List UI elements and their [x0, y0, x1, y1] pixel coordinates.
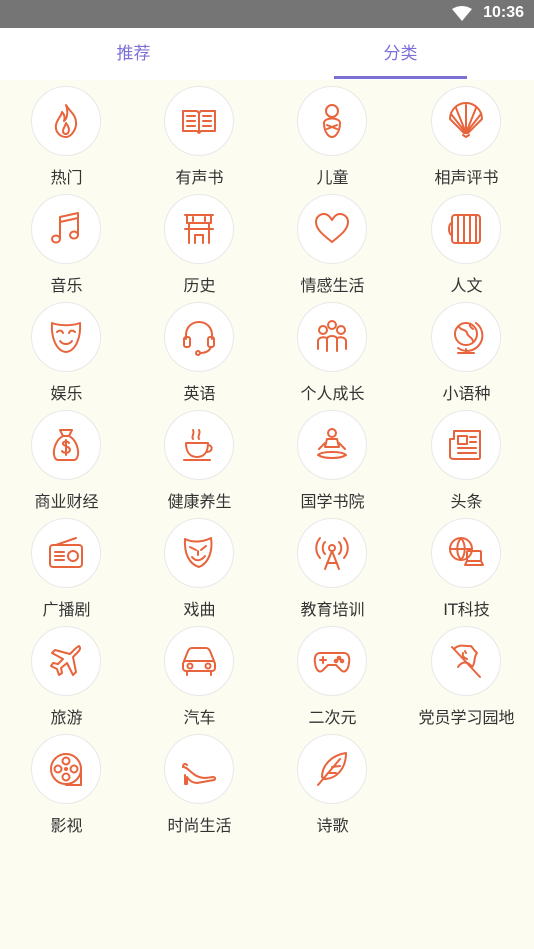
category-item[interactable]: 有声书 — [133, 80, 266, 188]
open-book-icon — [164, 86, 234, 156]
headset-icon — [164, 302, 234, 372]
category-label: 相声评书 — [434, 168, 499, 187]
category-item[interactable]: 英语 — [133, 296, 266, 404]
ancient-gate-icon — [164, 194, 234, 264]
category-item[interactable]: 个人成长 — [266, 296, 399, 404]
category-label: 人文 — [450, 276, 483, 295]
category-label: 影视 — [50, 816, 83, 835]
category-item[interactable]: 时尚生活 — [133, 728, 266, 836]
wifi-icon — [452, 6, 472, 21]
tab-category[interactable]: 分类 — [267, 28, 534, 80]
category-item[interactable]: 音乐 — [0, 188, 133, 296]
category-item[interactable]: 头条 — [400, 404, 533, 512]
category-label: IT科技 — [443, 600, 490, 619]
high-heel-icon — [164, 734, 234, 804]
people-icon — [297, 302, 367, 372]
computer-globe-icon — [431, 518, 501, 588]
meditation-icon — [297, 410, 367, 480]
category-label: 情感生活 — [300, 276, 365, 295]
opera-mask-icon — [164, 518, 234, 588]
category-label: 小语种 — [442, 384, 491, 403]
money-bag-icon — [31, 410, 101, 480]
category-label: 个人成长 — [300, 384, 365, 403]
category-item[interactable]: 商业财经 — [0, 404, 133, 512]
category-label: 诗歌 — [316, 816, 349, 835]
category-item[interactable]: 娱乐 — [0, 296, 133, 404]
category-label: 旅游 — [50, 708, 83, 727]
category-label: 党员学习园地 — [418, 708, 515, 727]
tea-cup-icon — [164, 410, 234, 480]
heart-icon — [297, 194, 367, 264]
category-label: 儿童 — [316, 168, 349, 187]
gamepad-icon — [297, 626, 367, 696]
category-label: 二次元 — [308, 708, 357, 727]
mask-icon — [31, 302, 101, 372]
category-label: 热门 — [50, 168, 83, 187]
category-label: 教育培训 — [300, 600, 365, 619]
category-item[interactable]: 影视 — [0, 728, 133, 836]
category-label: 时尚生活 — [167, 816, 232, 835]
category-item[interactable]: 诗歌 — [266, 728, 399, 836]
category-item[interactable]: 小语种 — [400, 296, 533, 404]
baby-icon — [297, 86, 367, 156]
category-item[interactable]: 教育培训 — [266, 512, 399, 620]
category-item[interactable]: 健康养生 — [133, 404, 266, 512]
category-label: 广播剧 — [42, 600, 91, 619]
radio-icon — [31, 518, 101, 588]
category-item[interactable]: 国学书院 — [266, 404, 399, 512]
status-time: 10:36 — [483, 4, 524, 21]
car-icon — [164, 626, 234, 696]
category-label: 音乐 — [50, 276, 83, 295]
feather-icon — [297, 734, 367, 804]
category-item[interactable]: 广播剧 — [0, 512, 133, 620]
category-label: 戏曲 — [183, 600, 216, 619]
category-label: 历史 — [183, 276, 216, 295]
category-item[interactable]: 热门 — [0, 80, 133, 188]
airplane-icon — [31, 626, 101, 696]
status-bar: 10:36 — [0, 0, 534, 28]
category-item[interactable]: 汽车 — [133, 620, 266, 728]
newspaper-icon — [431, 410, 501, 480]
active-tab-indicator — [334, 76, 467, 79]
category-item[interactable]: 情感生活 — [266, 188, 399, 296]
category-item[interactable]: 戏曲 — [133, 512, 266, 620]
film-reel-icon — [31, 734, 101, 804]
scroll-icon — [431, 194, 501, 264]
category-item[interactable]: 儿童 — [266, 80, 399, 188]
category-item[interactable]: 党员学习园地 — [400, 620, 533, 728]
category-label: 健康养生 — [167, 492, 232, 511]
fire-icon — [31, 86, 101, 156]
category-label: 有声书 — [175, 168, 224, 187]
globe-icon — [431, 302, 501, 372]
category-label: 商业财经 — [34, 492, 99, 511]
category-label: 汽车 — [183, 708, 216, 727]
category-label: 娱乐 — [50, 384, 83, 403]
category-label: 英语 — [183, 384, 216, 403]
category-label: 国学书院 — [300, 492, 365, 511]
category-item[interactable]: 二次元 — [266, 620, 399, 728]
category-item[interactable]: 相声评书 — [400, 80, 533, 188]
tab-bar: 推荐 分类 — [0, 28, 534, 80]
category-item[interactable]: 旅游 — [0, 620, 133, 728]
category-label: 头条 — [450, 492, 483, 511]
tab-recommend[interactable]: 推荐 — [0, 28, 267, 80]
category-item[interactable]: IT科技 — [400, 512, 533, 620]
music-note-icon — [31, 194, 101, 264]
category-item[interactable]: 人文 — [400, 188, 533, 296]
party-flag-icon — [431, 626, 501, 696]
broadcast-tower-icon — [297, 518, 367, 588]
folding-fan-icon — [431, 86, 501, 156]
category-item[interactable]: 历史 — [133, 188, 266, 296]
